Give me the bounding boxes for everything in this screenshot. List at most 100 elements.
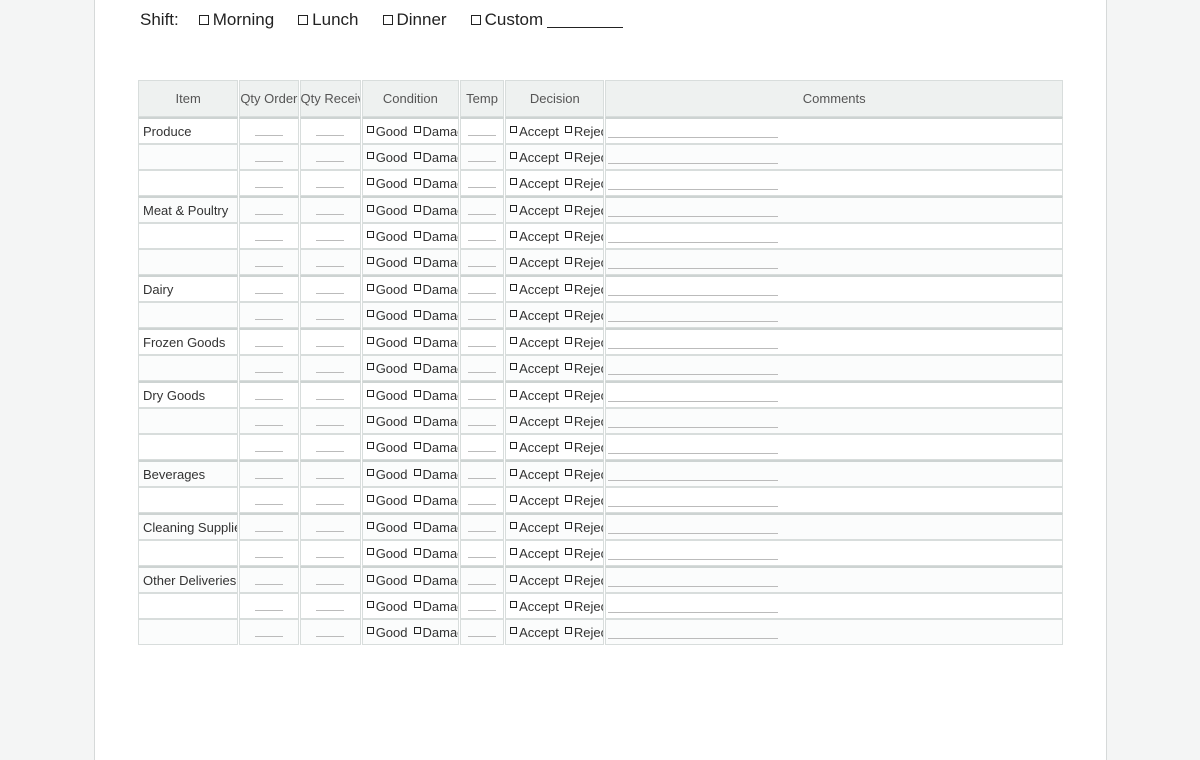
temp-cell[interactable] bbox=[460, 540, 505, 566]
qty-received-field[interactable] bbox=[316, 572, 345, 585]
checkbox-icon[interactable] bbox=[564, 336, 572, 344]
comments-cell[interactable] bbox=[605, 566, 1063, 593]
condition-damaged-option[interactable]: Damaged bbox=[413, 255, 458, 270]
comments-field[interactable] bbox=[608, 437, 779, 454]
checkbox-icon[interactable] bbox=[510, 283, 518, 291]
qty-received-field[interactable] bbox=[316, 307, 345, 320]
qty-ordered-field[interactable] bbox=[254, 202, 283, 215]
checkbox-icon[interactable] bbox=[413, 256, 421, 264]
qty-received-field[interactable] bbox=[316, 387, 345, 400]
checkbox-icon[interactable] bbox=[413, 494, 421, 502]
temp-cell[interactable] bbox=[460, 460, 505, 487]
checkbox-icon[interactable] bbox=[564, 626, 572, 634]
temp-field[interactable] bbox=[468, 439, 497, 452]
temp-field[interactable] bbox=[468, 545, 497, 558]
temp-field[interactable] bbox=[468, 307, 497, 320]
decision-accept-option[interactable]: Accept bbox=[510, 573, 559, 588]
qty-received-cell[interactable] bbox=[299, 117, 361, 144]
checkbox-icon[interactable] bbox=[510, 362, 518, 370]
qty-ordered-field[interactable] bbox=[254, 123, 283, 136]
decision-reject-option[interactable]: Reject bbox=[564, 467, 603, 482]
decision-accept-option[interactable]: Accept bbox=[510, 520, 559, 535]
checkbox-icon[interactable] bbox=[510, 336, 518, 344]
qty-ordered-cell[interactable] bbox=[239, 593, 299, 619]
comments-cell[interactable] bbox=[605, 487, 1063, 513]
decision-reject-option[interactable]: Reject bbox=[564, 176, 603, 191]
decision-accept-option[interactable]: Accept bbox=[510, 546, 559, 561]
temp-cell[interactable] bbox=[460, 513, 505, 540]
condition-good-option[interactable]: Good bbox=[366, 308, 408, 323]
decision-accept-option[interactable]: Accept bbox=[510, 493, 559, 508]
checkbox-icon[interactable] bbox=[564, 415, 572, 423]
comments-field[interactable] bbox=[608, 358, 779, 375]
comments-cell[interactable] bbox=[605, 593, 1063, 619]
decision-reject-option[interactable]: Reject bbox=[564, 255, 603, 270]
condition-damaged-option[interactable]: Damaged bbox=[413, 124, 458, 139]
condition-good-option[interactable]: Good bbox=[366, 440, 408, 455]
qty-ordered-field[interactable] bbox=[254, 519, 283, 532]
condition-good-option[interactable]: Good bbox=[366, 546, 408, 561]
checkbox-icon[interactable] bbox=[564, 309, 572, 317]
condition-damaged-option[interactable]: Damaged bbox=[413, 546, 458, 561]
temp-field[interactable] bbox=[468, 123, 497, 136]
checkbox-icon[interactable] bbox=[366, 494, 374, 502]
qty-ordered-cell[interactable] bbox=[239, 144, 299, 170]
checkbox-icon[interactable] bbox=[510, 204, 518, 212]
qty-ordered-cell[interactable] bbox=[239, 566, 299, 593]
temp-field[interactable] bbox=[468, 360, 497, 373]
qty-ordered-field[interactable] bbox=[254, 254, 283, 267]
qty-ordered-field[interactable] bbox=[254, 598, 283, 611]
checkbox-icon[interactable] bbox=[564, 547, 572, 555]
checkbox-icon[interactable] bbox=[510, 468, 518, 476]
decision-reject-option[interactable]: Reject bbox=[564, 388, 603, 403]
temp-cell[interactable] bbox=[460, 328, 505, 355]
qty-received-field[interactable] bbox=[316, 466, 345, 479]
checkbox-icon[interactable] bbox=[564, 389, 572, 397]
shift-option-lunch[interactable]: Lunch bbox=[298, 10, 359, 30]
qty-received-cell[interactable] bbox=[299, 540, 361, 566]
checkbox-icon[interactable] bbox=[366, 125, 374, 133]
comments-field[interactable] bbox=[608, 226, 779, 243]
qty-ordered-field[interactable] bbox=[254, 572, 283, 585]
qty-ordered-field[interactable] bbox=[254, 149, 283, 162]
comments-field[interactable] bbox=[608, 490, 779, 507]
decision-accept-option[interactable]: Accept bbox=[510, 124, 559, 139]
condition-good-option[interactable]: Good bbox=[366, 467, 408, 482]
condition-damaged-option[interactable]: Damaged bbox=[413, 388, 458, 403]
decision-reject-option[interactable]: Reject bbox=[564, 361, 603, 376]
condition-damaged-option[interactable]: Damaged bbox=[413, 308, 458, 323]
temp-field[interactable] bbox=[468, 624, 497, 637]
decision-accept-option[interactable]: Accept bbox=[510, 255, 559, 270]
checkbox-icon[interactable] bbox=[413, 125, 421, 133]
checkbox-icon[interactable] bbox=[366, 441, 374, 449]
condition-damaged-option[interactable]: Damaged bbox=[413, 520, 458, 535]
qty-ordered-cell[interactable] bbox=[239, 117, 299, 144]
condition-good-option[interactable]: Good bbox=[366, 229, 408, 244]
condition-good-option[interactable]: Good bbox=[366, 124, 408, 139]
temp-field[interactable] bbox=[468, 466, 497, 479]
checkbox-icon[interactable] bbox=[413, 415, 421, 423]
qty-ordered-field[interactable] bbox=[254, 439, 283, 452]
temp-field[interactable] bbox=[468, 519, 497, 532]
comments-field[interactable] bbox=[608, 147, 779, 164]
condition-damaged-option[interactable]: Damaged bbox=[413, 414, 458, 429]
comments-field[interactable] bbox=[608, 596, 779, 613]
comments-field[interactable] bbox=[608, 464, 779, 481]
decision-accept-option[interactable]: Accept bbox=[510, 440, 559, 455]
checkbox-icon[interactable] bbox=[510, 574, 518, 582]
comments-cell[interactable] bbox=[605, 196, 1063, 223]
qty-received-cell[interactable] bbox=[299, 487, 361, 513]
temp-cell[interactable] bbox=[460, 170, 505, 196]
checkbox-icon[interactable] bbox=[510, 177, 518, 185]
checkbox-icon[interactable] bbox=[564, 494, 572, 502]
checkbox-icon[interactable] bbox=[510, 256, 518, 264]
comments-field[interactable] bbox=[608, 173, 779, 190]
qty-received-field[interactable] bbox=[316, 519, 345, 532]
checkbox-icon[interactable] bbox=[366, 521, 374, 529]
qty-received-field[interactable] bbox=[316, 254, 345, 267]
comments-cell[interactable] bbox=[605, 170, 1063, 196]
checkbox-icon[interactable] bbox=[382, 15, 393, 25]
qty-received-cell[interactable] bbox=[299, 513, 361, 540]
decision-accept-option[interactable]: Accept bbox=[510, 282, 559, 297]
qty-ordered-field[interactable] bbox=[254, 228, 283, 241]
